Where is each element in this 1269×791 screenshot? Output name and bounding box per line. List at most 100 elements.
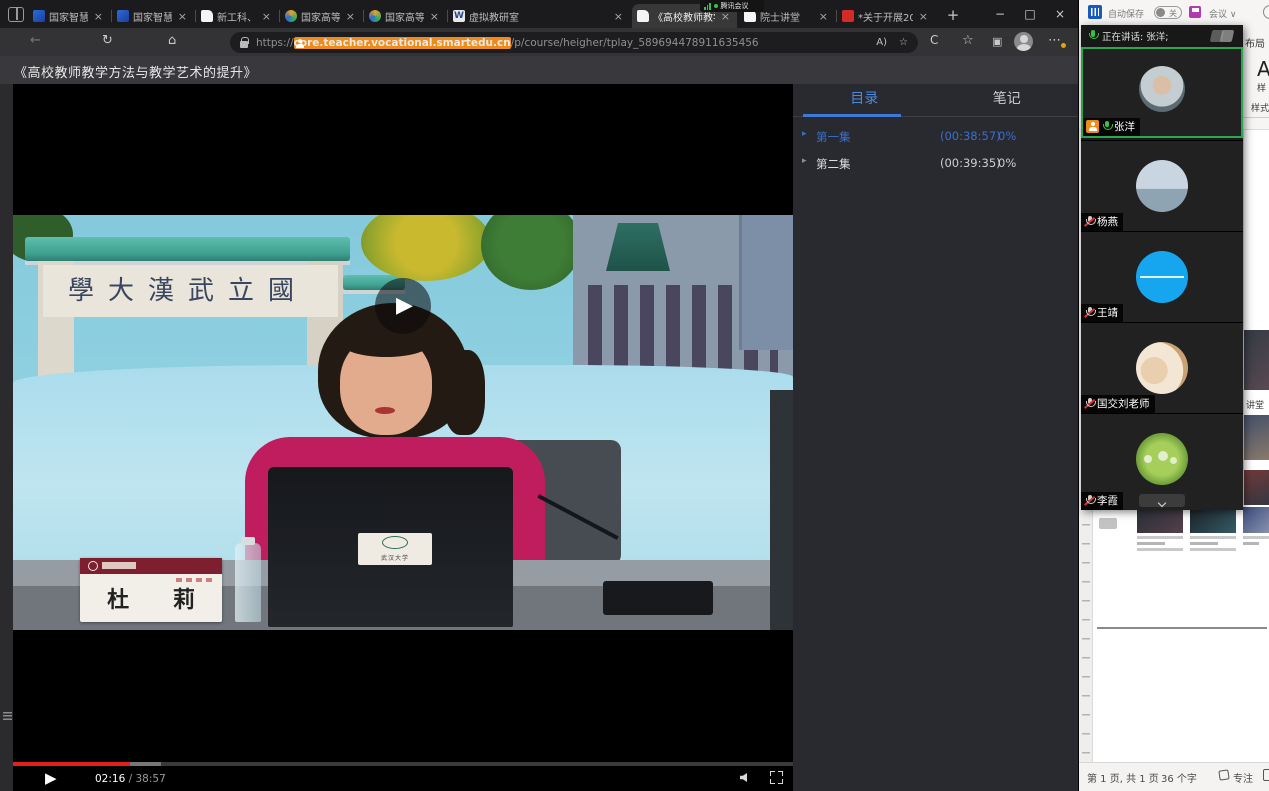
tab-close-icon[interactable]: × xyxy=(917,10,930,23)
play-overlay-button[interactable]: ▶ xyxy=(375,278,431,334)
meeting-menu[interactable]: 会议 ∨ xyxy=(1209,7,1236,20)
word-titlebar: 自动保存 关 会议 ∨ xyxy=(1079,0,1269,25)
course-panel: 目录 笔记 ▸ 第一集 (00:38:57) 0% ▸ 第二集 (00:39:3… xyxy=(793,84,1078,791)
refresh-icon[interactable]: ↻ xyxy=(102,33,113,48)
participant-tile[interactable]: 王靖 xyxy=(1081,231,1243,322)
chapter-item[interactable]: ▸ 第一集 (00:38:57) 0% xyxy=(793,128,1078,146)
tab-close-icon[interactable]: × xyxy=(817,10,830,23)
styles-preview-letter: A xyxy=(1257,57,1269,81)
expand-arrow-icon[interactable]: ▸ xyxy=(802,156,807,166)
tencent-meeting-floater[interactable]: 腾讯会议 xyxy=(700,0,764,12)
tab-close-icon[interactable]: × xyxy=(428,10,441,23)
minimize-button[interactable]: − xyxy=(985,0,1015,28)
tab-close-icon[interactable]: × xyxy=(176,10,189,23)
browser-tab[interactable]: W 虚拟教研室 × xyxy=(448,4,630,28)
doc-divider-line xyxy=(1097,627,1267,629)
yellow-tree-shape xyxy=(361,215,491,281)
caret-down-icon: ∨ xyxy=(1230,10,1237,20)
video-player[interactable]: 學大漢武立國 xyxy=(13,84,793,791)
expand-arrow-icon[interactable]: ▸ xyxy=(802,129,807,139)
participant-avatar xyxy=(1136,251,1188,303)
tab-label: 院士讲堂 xyxy=(760,9,813,24)
view-mode-icon[interactable] xyxy=(1263,769,1269,781)
water-bottle-shape xyxy=(235,543,261,622)
close-button[interactable]: × xyxy=(1045,0,1075,28)
tab-notes[interactable]: 笔记 xyxy=(936,84,1079,116)
tencent-meeting-logo xyxy=(1211,29,1237,43)
home-icon[interactable]: ⌂ xyxy=(168,33,176,48)
tab-label: *关于开展2022 xyxy=(858,9,913,24)
participant-tile[interactable]: 张洋 xyxy=(1081,47,1243,138)
search-icon[interactable] xyxy=(1263,5,1269,19)
read-aloud-icon[interactable]: A) xyxy=(876,37,887,48)
lock-icon xyxy=(240,41,248,48)
tower-shape xyxy=(739,215,793,350)
mic-muted-icon xyxy=(1084,495,1095,507)
chapter-title: 第二集 xyxy=(816,156,851,172)
browser-tab[interactable]: 国家高等教育智 × xyxy=(364,4,446,28)
new-tab-button[interactable]: + xyxy=(941,4,965,26)
tab-label: 新工科、新医科 xyxy=(217,9,256,24)
doc-thumbnail-card xyxy=(1137,507,1183,551)
browser-tab[interactable]: 国家智慧教育公 × xyxy=(28,4,110,28)
browser-tab[interactable]: 国家智慧教育公 × xyxy=(112,4,194,28)
player-controls: ▶ 02:16 / 38:57 xyxy=(13,766,793,791)
play-button[interactable]: ▶ xyxy=(45,769,57,787)
browser-tab[interactable]: 国家高等教育智 × xyxy=(280,4,362,28)
tab-close-icon[interactable]: × xyxy=(612,10,625,23)
status-page-count[interactable]: 第 1 页, 共 1 页 xyxy=(1087,770,1159,785)
playlist-toggle-icon[interactable] xyxy=(3,712,12,720)
profile-avatar[interactable] xyxy=(1014,32,1033,51)
hair-tail-shape xyxy=(443,350,485,435)
fullscreen-icon[interactable] xyxy=(770,771,783,784)
doc-visible-text: 讲堂 xyxy=(1246,398,1264,411)
recording-dot-icon xyxy=(714,4,718,8)
participant-tile[interactable]: 国交刘老师 xyxy=(1081,322,1243,413)
document-page[interactable] xyxy=(1093,505,1269,762)
browser-navbar: ← ↻ ⌂ https://core.teacher.vocational.sm… xyxy=(0,28,1078,56)
thumbnail-image xyxy=(1243,507,1269,533)
participant-name: 张洋 xyxy=(1114,119,1135,134)
status-word-count[interactable]: 36 个字 xyxy=(1161,770,1197,785)
doc-page-badge xyxy=(1099,518,1117,529)
focus-mode-icon xyxy=(1218,769,1229,780)
address-bar[interactable]: https://core.teacher.vocational.smartedu… xyxy=(230,32,918,53)
status-focus-label[interactable]: 专注 xyxy=(1233,770,1253,785)
caption-line xyxy=(1137,548,1183,551)
pdf-favicon xyxy=(842,10,854,22)
chapter-item[interactable]: ▸ 第二集 (00:39:35) 0% xyxy=(793,155,1078,173)
collections-icon[interactable]: ▣ xyxy=(992,35,1002,48)
browser-tab[interactable]: 新工科、新医科 × xyxy=(196,4,278,28)
meeting-menu-label: 会议 xyxy=(1209,10,1227,20)
collapse-chevron-button[interactable] xyxy=(1139,494,1185,507)
styles-label: 样式 xyxy=(1251,101,1269,114)
speaking-text: 正在讲话: 张洋; xyxy=(1102,29,1168,43)
tab-close-icon[interactable]: × xyxy=(260,10,273,23)
page-header: 《高校教师教学方法与教学艺术的提升》 xyxy=(0,56,1078,84)
url-scheme: https:// xyxy=(256,37,294,49)
browser-tab[interactable]: *关于开展2022 × xyxy=(837,4,935,28)
participant-name: 国交刘老师 xyxy=(1097,396,1150,411)
url-path: /p/course/heigher/tplay_5896944789116354… xyxy=(511,37,759,49)
university-seal-icon xyxy=(88,561,98,571)
participant-name-tag: 张洋 xyxy=(1083,118,1140,136)
volume-icon[interactable] xyxy=(740,773,747,782)
participant-tile[interactable]: 李霞 xyxy=(1081,413,1243,510)
participant-name: 王靖 xyxy=(1097,305,1118,320)
url-text[interactable]: https://core.teacher.vocational.smartedu… xyxy=(256,37,864,49)
meeting-panel: 正在讲话: 张洋; 张洋 杨燕 xyxy=(1081,25,1243,510)
browser-essentials-icon[interactable]: C xyxy=(930,33,938,47)
favorites-star-icon[interactable]: ☆ xyxy=(962,33,974,48)
tab-close-icon[interactable]: × xyxy=(344,10,357,23)
tab-contents[interactable]: 目录 xyxy=(793,84,936,116)
back-icon[interactable]: ← xyxy=(30,33,41,48)
maximize-button[interactable]: □ xyxy=(1015,0,1045,28)
autosave-toggle[interactable]: 关 xyxy=(1154,6,1182,19)
participant-tile[interactable]: 杨燕 xyxy=(1081,140,1243,231)
mic-muted-icon xyxy=(1084,216,1095,228)
ribbon-tab-layout[interactable]: 布局 xyxy=(1245,35,1265,50)
tab-actions-icon[interactable] xyxy=(8,7,24,22)
favorites-add-icon[interactable]: ☆ xyxy=(899,37,908,48)
save-icon[interactable] xyxy=(1189,6,1201,18)
tab-close-icon[interactable]: × xyxy=(92,10,105,23)
